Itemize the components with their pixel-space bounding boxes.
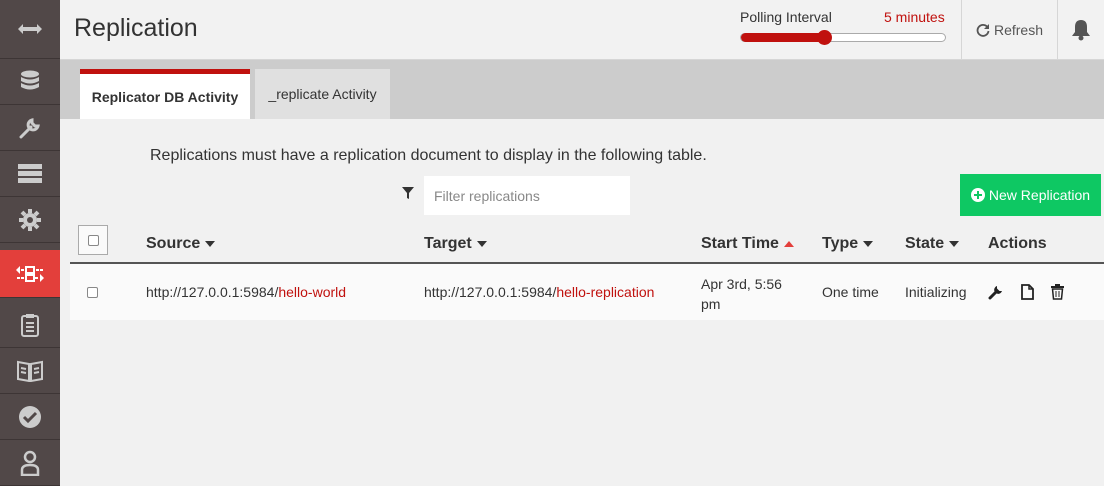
tab-label: Replicator DB Activity	[91, 88, 239, 105]
sidebar-item-docs[interactable]	[0, 348, 60, 394]
target-host: http://127.0.0.1:5984/	[424, 284, 557, 300]
info-message: Replications must have a replication doc…	[150, 147, 707, 164]
database-icon	[21, 70, 39, 89]
source-db-link[interactable]: hello-world	[278, 284, 346, 300]
slider-fill	[741, 33, 825, 42]
edit-wrench-icon[interactable]	[988, 284, 1004, 300]
user-icon	[20, 450, 40, 476]
filter-icon	[402, 187, 414, 199]
sidebar-item-active-tasks[interactable]	[0, 151, 60, 197]
sidebar-nav	[0, 0, 60, 486]
arrows-horizontal-icon	[18, 24, 42, 34]
page-header: Replication Polling Interval 5 minutes R…	[60, 0, 1104, 60]
sort-caret-icon	[476, 241, 487, 247]
start-time-line2: pm	[701, 296, 721, 312]
sidebar-item-replication[interactable]	[0, 250, 60, 298]
sort-caret-icon	[205, 241, 216, 247]
refresh-button[interactable]: Refresh	[961, 0, 1057, 60]
row-start-time: Apr 3rd, 5:56 pm	[701, 274, 782, 314]
column-label: Type	[822, 235, 859, 252]
checkbox-box	[87, 234, 99, 246]
replication-icon	[16, 265, 44, 282]
column-header-state[interactable]: State	[905, 235, 960, 253]
gear-icon	[19, 208, 41, 231]
wrench-icon	[19, 117, 40, 138]
document-icon[interactable]	[1021, 284, 1034, 300]
refresh-label: Refresh	[993, 22, 1044, 38]
new-replication-button[interactable]: New Replication	[960, 174, 1101, 216]
tabs-bar: Replicator DB Activity _replicate Activi…	[60, 60, 1104, 119]
notifications-button[interactable]	[1057, 0, 1104, 60]
sidebar-item-config[interactable]	[0, 197, 60, 243]
server-icon	[18, 163, 42, 183]
sidebar-toggle[interactable]	[0, 0, 60, 59]
source-host: http://127.0.0.1:5984/	[146, 284, 279, 300]
sort-caret-icon	[863, 241, 874, 247]
column-header-target[interactable]: Target	[424, 235, 487, 253]
row-type: One time	[822, 284, 879, 300]
column-header-source[interactable]: Source	[146, 235, 216, 253]
target-db-link[interactable]: hello-replication	[556, 284, 654, 300]
column-label: Target	[424, 235, 472, 252]
sort-caret-icon	[949, 241, 960, 247]
sidebar-item-documentation[interactable]	[0, 302, 60, 348]
filter-replications-input[interactable]	[424, 176, 630, 215]
plus-circle-icon	[970, 188, 985, 202]
row-checkbox[interactable]	[87, 287, 98, 298]
select-all-checkbox[interactable]	[78, 225, 108, 255]
page-title: Replication	[74, 14, 198, 42]
column-header-type[interactable]: Type	[822, 235, 874, 253]
polling-interval-value: 5 minutes	[884, 9, 945, 25]
tab-replicator-db-activity[interactable]: Replicator DB Activity	[80, 69, 250, 119]
column-label: Source	[146, 235, 201, 252]
slider-handle[interactable]	[817, 30, 832, 45]
sidebar-item-setup[interactable]	[0, 105, 60, 151]
refresh-icon	[976, 24, 990, 37]
column-label: Start Time	[701, 235, 779, 252]
sidebar-item-verify[interactable]	[0, 394, 60, 440]
row-state: Initializing	[905, 284, 967, 300]
sidebar-item-databases[interactable]	[0, 59, 60, 105]
tab-replicate-activity[interactable]: _replicate Activity	[255, 69, 390, 119]
book-icon	[17, 360, 43, 382]
column-label: Actions	[988, 235, 1047, 252]
column-label: State	[905, 235, 945, 252]
row-target: http://127.0.0.1:5984/hello-replication	[424, 284, 654, 300]
polling-interval-slider[interactable]	[740, 30, 946, 45]
start-time-line1: Apr 3rd, 5:56	[701, 276, 782, 292]
column-header-actions: Actions	[988, 235, 1047, 253]
column-header-start-time[interactable]: Start Time	[701, 235, 794, 253]
new-replication-label: New Replication	[988, 187, 1091, 203]
checkmark-icon	[19, 405, 41, 428]
trash-icon[interactable]	[1051, 284, 1064, 300]
polling-interval-label: Polling Interval	[740, 9, 832, 25]
row-source: http://127.0.0.1:5984/hello-world	[146, 284, 346, 300]
sort-asc-icon	[783, 241, 794, 247]
clipboard-icon	[21, 313, 39, 337]
sidebar-item-user[interactable]	[0, 440, 60, 486]
bell-icon	[1072, 20, 1090, 41]
tab-label: _replicate Activity	[268, 86, 377, 102]
